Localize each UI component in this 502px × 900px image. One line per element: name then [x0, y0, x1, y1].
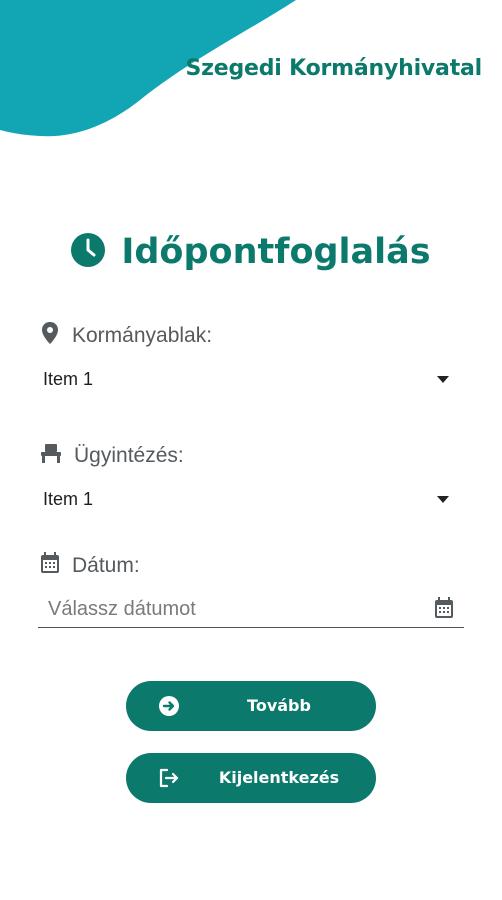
page-title-row: Időpontfoglalás: [0, 232, 502, 272]
clock-icon: [71, 232, 106, 272]
logout-button[interactable]: Kijelentkezés: [126, 753, 376, 803]
office-label: Kormányablak:: [72, 324, 213, 347]
date-field: [38, 593, 464, 628]
arrow-right-circle-icon: [158, 695, 180, 717]
organization-name: Szegedi Kormányhivatal: [185, 56, 483, 81]
date-input[interactable]: [48, 595, 408, 623]
next-button[interactable]: Tovább: [126, 681, 376, 731]
chevron-down-icon: [437, 495, 449, 503]
page-title: Időpontfoglalás: [121, 232, 431, 272]
date-label: Dátum:: [72, 554, 140, 577]
calendar-icon: [40, 552, 60, 580]
logout-icon: [158, 767, 180, 789]
logout-button-label: Kijelentkezés: [218, 768, 340, 787]
case-type-label-row: Ügyintézés:: [40, 442, 184, 470]
office-label-row: Kormányablak:: [40, 321, 212, 351]
next-button-label: Tovább: [247, 696, 311, 715]
date-label-row: Dátum:: [40, 552, 140, 580]
location-pin-icon: [40, 321, 60, 351]
case-type-selected-value: Item 1: [43, 488, 94, 509]
desk-chair-icon: [40, 442, 62, 470]
calendar-icon[interactable]: [434, 597, 454, 624]
chevron-down-icon: [437, 375, 449, 383]
office-select[interactable]: Item 1: [43, 364, 451, 394]
office-selected-value: Item 1: [43, 368, 94, 389]
case-type-label: Ügyintézés:: [74, 444, 184, 467]
case-type-select[interactable]: Item 1: [43, 484, 451, 514]
